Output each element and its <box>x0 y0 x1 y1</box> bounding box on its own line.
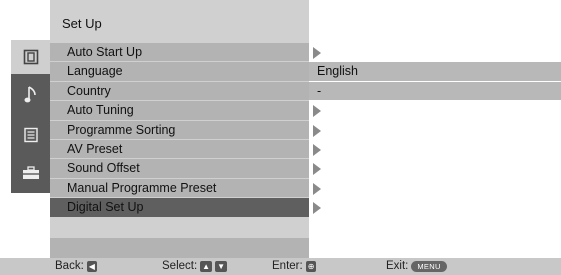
setup-toolbox-icon[interactable] <box>11 156 50 190</box>
language-value: English <box>317 64 358 79</box>
arrow-up-key-icon: ▲ <box>200 261 213 272</box>
value-row-language[interactable]: English <box>309 62 561 82</box>
enter-label: Enter: <box>272 260 303 272</box>
exit-hint: Exit: MENU <box>386 258 447 275</box>
picture-icon[interactable] <box>11 40 50 74</box>
value-row-auto-tuning[interactable] <box>309 101 561 120</box>
value-row-country[interactable]: - <box>309 81 561 102</box>
menu-item-auto-start-up[interactable]: Auto Start Up <box>50 43 309 63</box>
menu-list: Auto Start Up Language Country Auto Tuni… <box>50 43 309 218</box>
chevron-right-icon <box>313 143 321 156</box>
menu-item-sound-offset[interactable]: Sound Offset <box>50 159 309 179</box>
value-row-auto-start-up[interactable] <box>309 43 561 62</box>
tv-menu-screen: Set Up Auto Start Up Language Country Au… <box>0 0 561 275</box>
menu-item-programme-sorting[interactable]: Programme Sorting <box>50 120 309 140</box>
arrow-left-key-icon: ◀ <box>86 261 97 272</box>
country-value: - <box>317 83 322 98</box>
menu-item-country[interactable]: Country <box>50 81 309 102</box>
menu-item-auto-tuning[interactable]: Auto Tuning <box>50 101 309 121</box>
menu-item-digital-set-up[interactable]: Digital Set Up <box>50 198 309 218</box>
category-icon-column <box>11 40 50 193</box>
menu-title: Set Up <box>50 10 309 38</box>
sound-note-icon[interactable] <box>11 78 50 112</box>
menu-item-manual-programme-preset[interactable]: Manual Programme Preset <box>50 178 309 199</box>
menu-item-av-preset[interactable]: AV Preset <box>50 139 309 160</box>
chevron-right-icon <box>313 47 321 59</box>
enter-key-icon: ⊕ <box>305 261 317 272</box>
chevron-right-icon <box>313 105 321 118</box>
menu-key-icon: MENU <box>411 261 447 272</box>
exit-label: Exit: <box>386 260 409 272</box>
chevron-right-icon <box>313 202 321 215</box>
value-column: English - <box>309 43 561 218</box>
back-hint: Back: ◀ <box>55 258 97 275</box>
features-icon[interactable] <box>11 118 50 152</box>
chevron-right-icon <box>313 163 321 176</box>
menu-bottom-fill <box>50 238 309 258</box>
value-row-programme-sorting[interactable] <box>309 121 561 140</box>
value-row-manual-programme-preset[interactable] <box>309 179 561 198</box>
select-label: Select: <box>162 260 198 272</box>
value-row-digital-set-up[interactable] <box>309 198 561 217</box>
arrow-down-key-icon: ▼ <box>215 261 228 272</box>
footer-hint-bar: Back: ◀ Select: ▲ ▼ Enter: ⊕ Exit: MENU <box>0 258 561 275</box>
enter-hint: Enter: ⊕ <box>272 258 317 275</box>
chevron-right-icon <box>313 124 321 137</box>
chevron-right-icon <box>313 182 321 195</box>
value-row-sound-offset[interactable] <box>309 159 561 178</box>
back-label: Back: <box>55 260 84 272</box>
select-hint: Select: ▲ ▼ <box>162 258 228 275</box>
value-row-av-preset[interactable] <box>309 140 561 159</box>
menu-item-language[interactable]: Language <box>50 62 309 82</box>
